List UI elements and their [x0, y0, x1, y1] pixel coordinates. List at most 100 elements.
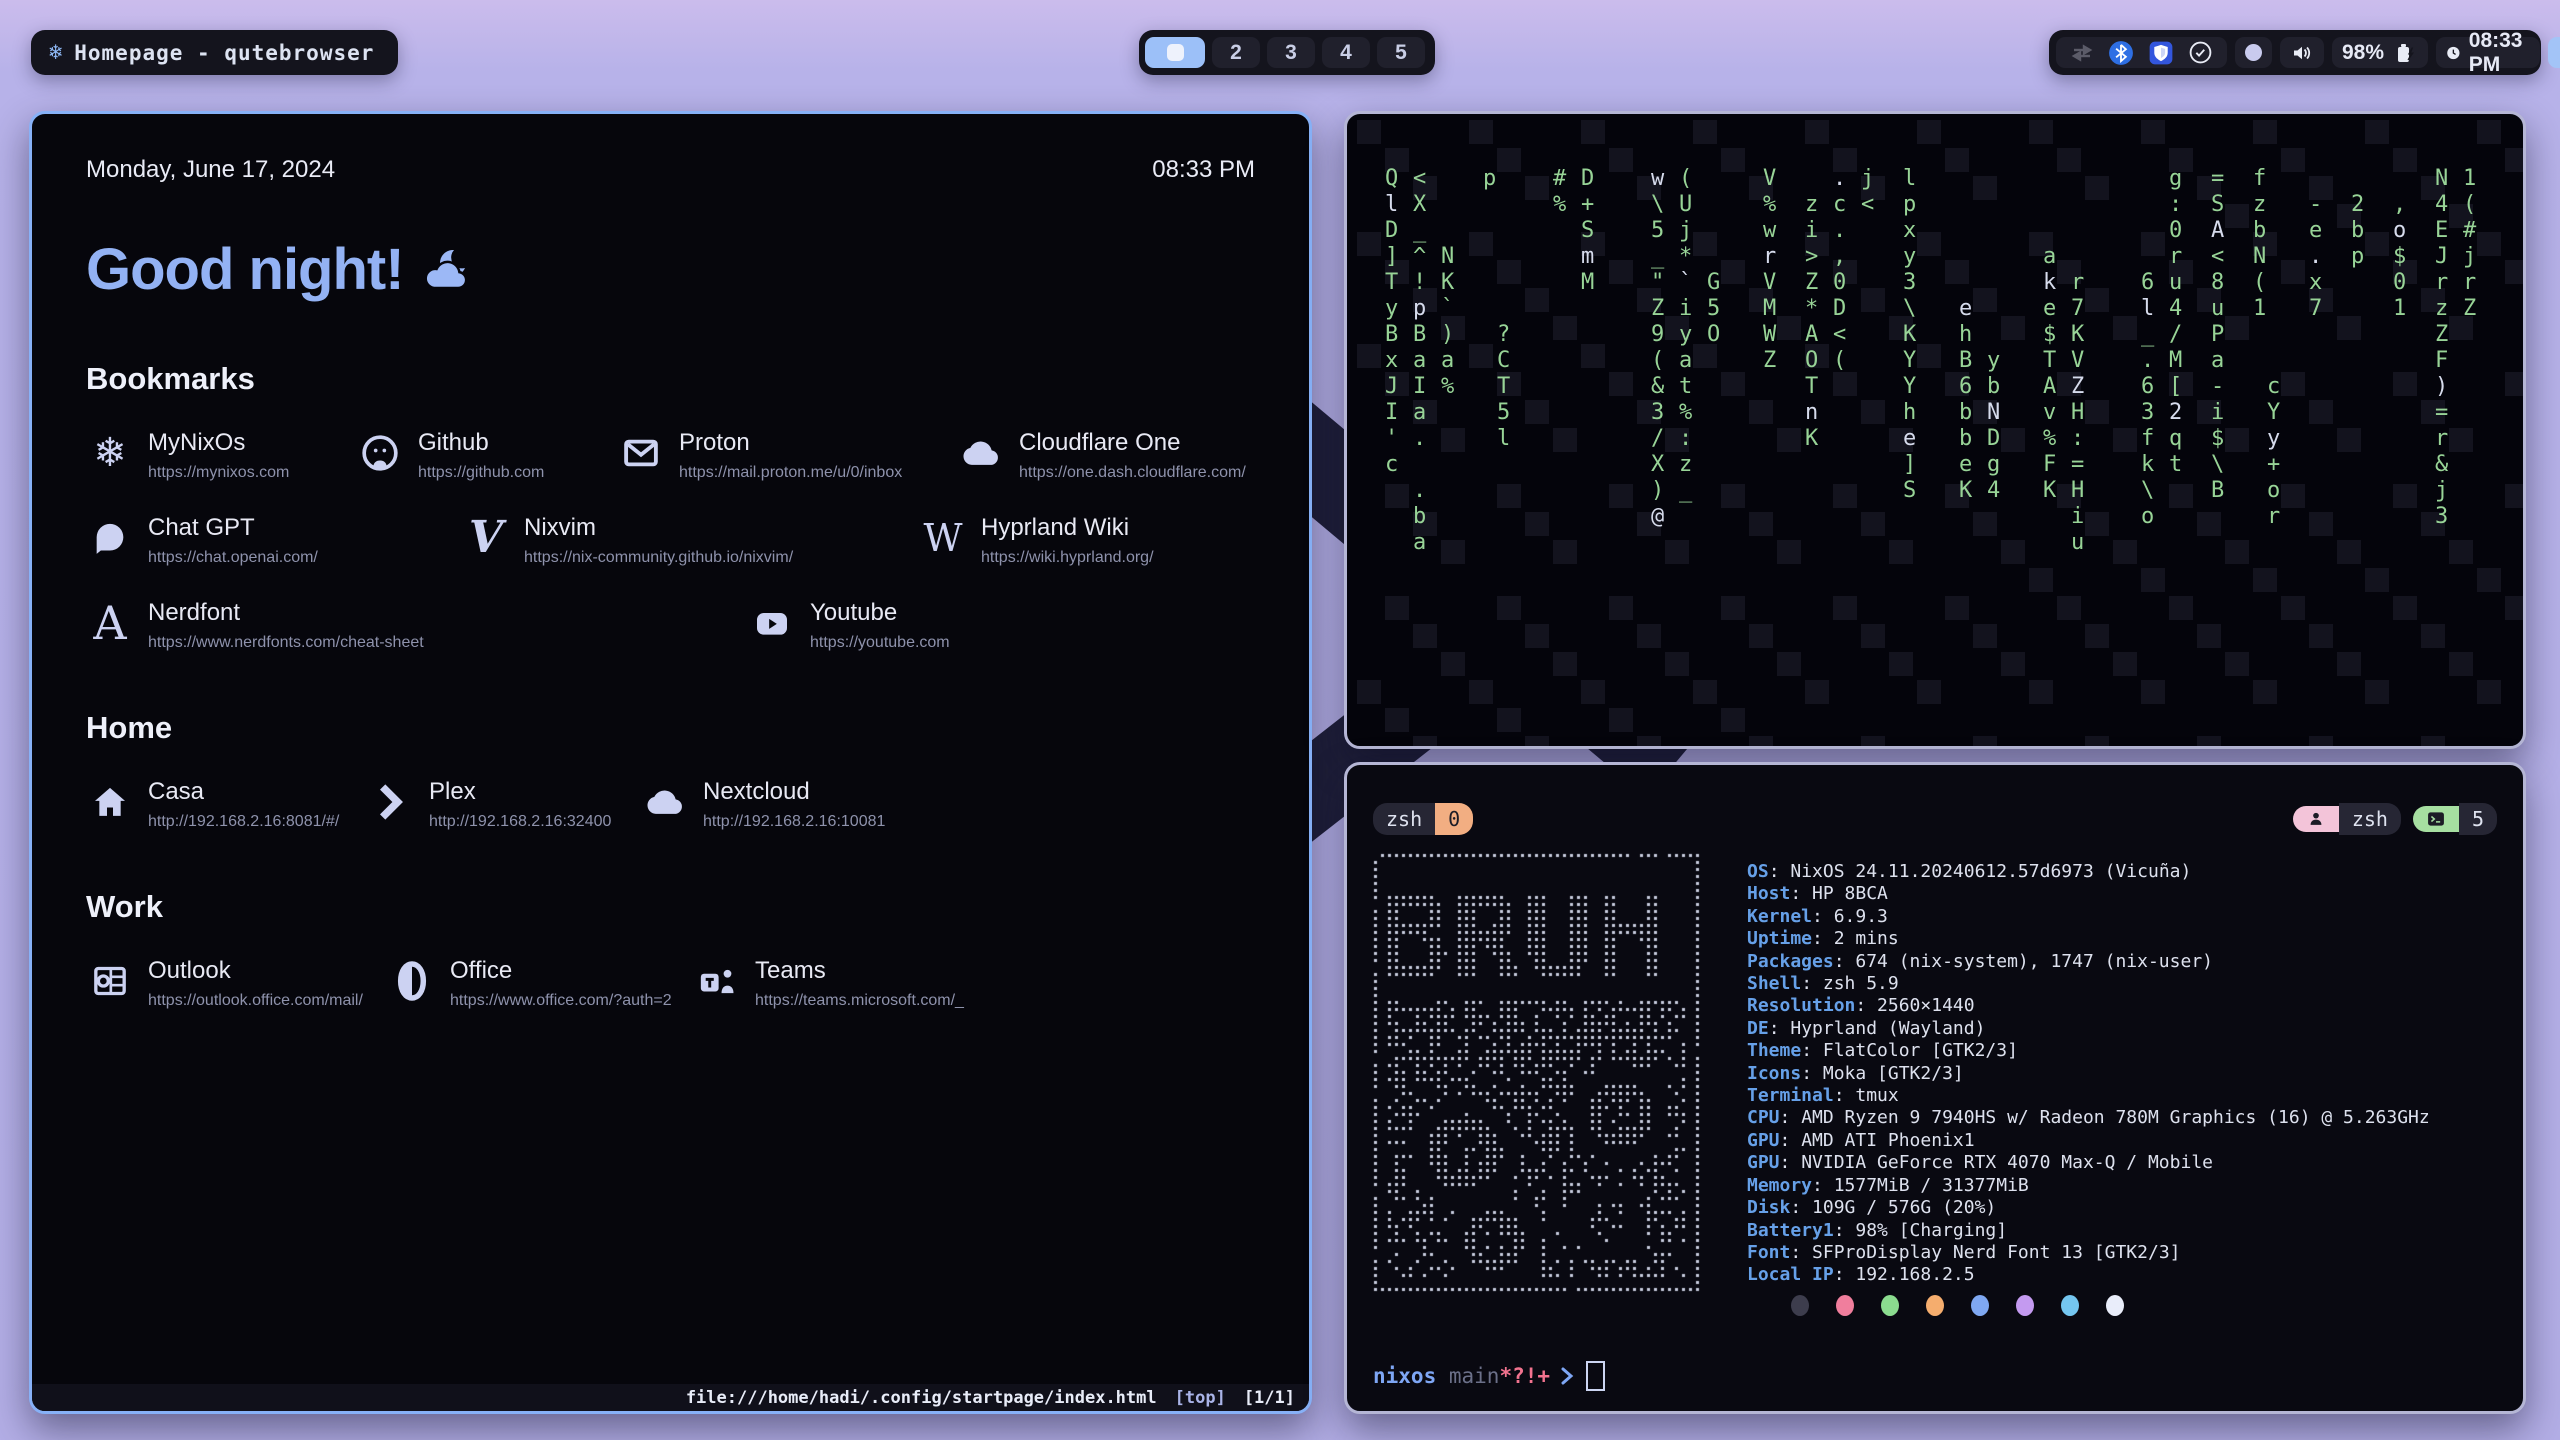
matrix-glyph: ' [1385, 426, 1398, 452]
matrix-glyph: 3 [2141, 400, 2154, 426]
bookmark-proton[interactable]: Protonhttps://mail.proton.me/u/0/inbox [617, 429, 957, 482]
link-arrows-icon[interactable] [2070, 41, 2094, 65]
matrix-glyph: [ [2169, 374, 2182, 400]
matrix-glyph: Y [1903, 374, 1916, 400]
shield-icon[interactable] [2148, 40, 2174, 66]
matrix-glyph: O [1805, 348, 1818, 374]
matrix-glyph: w [1651, 166, 1664, 192]
matrix-glyph: H [2071, 400, 2084, 426]
matrix-glyph: p [1413, 296, 1426, 322]
bookmark-hyprland-wiki[interactable]: WHyprland Wikihttps://wiki.hyprland.org/ [919, 514, 1154, 567]
fetch-line: DE: Hyprland (Wayland) [1747, 1018, 2430, 1040]
matrix-glyph: 6 [1959, 374, 1972, 400]
matrix-glyph: A [2211, 218, 2224, 244]
matrix-glyph: r [2435, 270, 2448, 296]
matrix-glyph: y [1987, 348, 2000, 374]
matrix-glyph: 1 [2393, 296, 2406, 322]
startpage-date: Monday, June 17, 2024 [86, 156, 335, 184]
matrix-glyph: U [1679, 192, 1692, 218]
check-circle-icon[interactable] [2188, 40, 2213, 65]
matrix-glyph: ] [1903, 452, 1916, 478]
record-dot-icon [2245, 44, 2262, 61]
battery-percent: 98% [2342, 41, 2384, 65]
matrix-glyph: Y [1903, 348, 1916, 374]
qutebrowser-statusbar: file:///home/hadi/.config/startpage/inde… [32, 1384, 1309, 1411]
bookmark-mynixos[interactable]: ❄MyNixOshttps://mynixos.com [86, 429, 356, 482]
workspace-4[interactable]: 4 [1322, 37, 1370, 68]
matrix-glyph: * [1805, 296, 1818, 322]
matrix-glyph: t [1679, 374, 1692, 400]
bookmark-nerdfont[interactable]: ANerdfonthttps://www.nerdfonts.com/cheat… [86, 599, 748, 652]
record-dot-button[interactable] [2235, 37, 2272, 68]
workspace-3[interactable]: 3 [1267, 37, 1315, 68]
bookmark-name: Nixvim [524, 514, 793, 542]
matrix-glyph: ? [1497, 322, 1510, 348]
tmux-window-tab[interactable]: zsh 0 [1373, 803, 1473, 835]
matrix-glyph: H [2071, 478, 2084, 504]
matrix-glyph: a [1413, 400, 1426, 426]
bookmark-name: MyNixOs [148, 429, 289, 457]
power-button[interactable] [2548, 37, 2560, 68]
greeting-text: Good night! [86, 236, 404, 303]
matrix-glyph: I [1413, 374, 1426, 400]
matrix-glyph: ( [2463, 192, 2476, 218]
bookmark-youtube[interactable]: Youtubehttps://youtube.com [748, 599, 950, 652]
bookmark-row: ANerdfonthttps://www.nerdfonts.com/cheat… [86, 599, 1255, 652]
matrix-glyph: y [1679, 322, 1692, 348]
desktop-wallpaper: ❄ Homepage - qutebrowser 2345 9 [0, 0, 2560, 1440]
matrix-glyph: $ [2043, 322, 2056, 348]
matrix-glyph: : [1679, 426, 1692, 452]
matrix-glyph: p [1483, 166, 1496, 192]
bookmark-nextcloud[interactable]: Nextcloudhttp://192.168.2.16:10081 [641, 778, 885, 831]
bookmark-row: Chat GPThttps://chat.openai.com/VNixvimh… [86, 514, 1255, 567]
matrix-glyph: 7 [2071, 296, 2084, 322]
matrix-glyph: % [1679, 400, 1692, 426]
battery-indicator[interactable]: 98% [2332, 37, 2428, 68]
workspace-2[interactable]: 2 [1212, 37, 1260, 68]
bookmark-chat-gpt[interactable]: Chat GPThttps://chat.openai.com/ [86, 514, 462, 567]
palette-dot [1836, 1295, 1854, 1316]
section-title-work: Work [86, 889, 1255, 925]
workspace-1-active[interactable] [1145, 37, 1205, 68]
matrix-glyph: o [2141, 504, 2154, 530]
bookmark-nixvim[interactable]: VNixvimhttps://nix-community.github.io/n… [462, 514, 919, 567]
tmux-window-count-pill[interactable]: 5 [2413, 803, 2497, 835]
matrix-glyph: e [1959, 452, 1972, 478]
bookmark-name: Plex [429, 778, 611, 806]
bookmark-outlook[interactable]: Outlookhttps://outlook.office.com/mail/ [86, 957, 388, 1010]
matrix-glyph: Z [2463, 296, 2476, 322]
matrix-glyph: W [1763, 322, 1776, 348]
bookmark-github[interactable]: Githubhttps://github.com [356, 429, 617, 482]
bookmark-plex[interactable]: Plex http://192.168.2.16:32400 [367, 778, 641, 831]
matrix-glyph: B [1959, 348, 1972, 374]
tray-icon-group [2056, 37, 2227, 68]
bookmark-cloudflare-one[interactable]: Cloudflare Onehttps://one.dash.cloudflar… [957, 429, 1246, 482]
matrix-glyph: _ [2141, 322, 2154, 348]
fetch-line: Disk: 109G / 576G (20%) [1747, 1197, 2430, 1219]
bookmark-casa[interactable]: Casahttp://192.168.2.16:8081/#/ [86, 778, 367, 831]
matrix-glyph: . [1413, 426, 1426, 452]
matrix-glyph: / [1651, 426, 1664, 452]
volume-button[interactable] [2280, 37, 2324, 68]
bookmark-name: Casa [148, 778, 339, 806]
matrix-glyph: \ [1651, 192, 1664, 218]
matrix-glyph: a [1413, 348, 1426, 374]
bookmark-url: https://outlook.office.com/mail/ [148, 992, 363, 1010]
clock-indicator[interactable]: 08:33 PM [2436, 37, 2540, 68]
fetch-line: GPU: AMD ATI Phoenix1 [1747, 1130, 2430, 1152]
bookmark-url: http://192.168.2.16:32400 [429, 813, 611, 831]
matrix-glyph: O [1707, 322, 1720, 348]
matrix-glyph: _ [1413, 218, 1426, 244]
prompt-git-branch [1436, 1364, 1449, 1388]
tmux-session-pill[interactable]: zsh [2293, 803, 2401, 835]
bookmark-teams[interactable]: Teamshttps://teams.microsoft.com/_ [693, 957, 964, 1010]
terminal-cursor[interactable] [1586, 1361, 1605, 1391]
fetch-terminal-window: zsh 0 zsh 5 OS: NixOS 24.11.20240612.57d… [1344, 762, 2526, 1414]
bookmark-office[interactable]: Officehttps://www.office.com/?auth=2 [388, 957, 693, 1010]
matrix-glyph: T [1385, 270, 1398, 296]
matrix-glyph: i [1679, 296, 1692, 322]
workspace-5[interactable]: 5 [1377, 37, 1425, 68]
matrix-glyph: K [2043, 478, 2056, 504]
bluetooth-icon[interactable] [2108, 40, 2134, 66]
tmux-window-count: 5 [2459, 803, 2497, 835]
